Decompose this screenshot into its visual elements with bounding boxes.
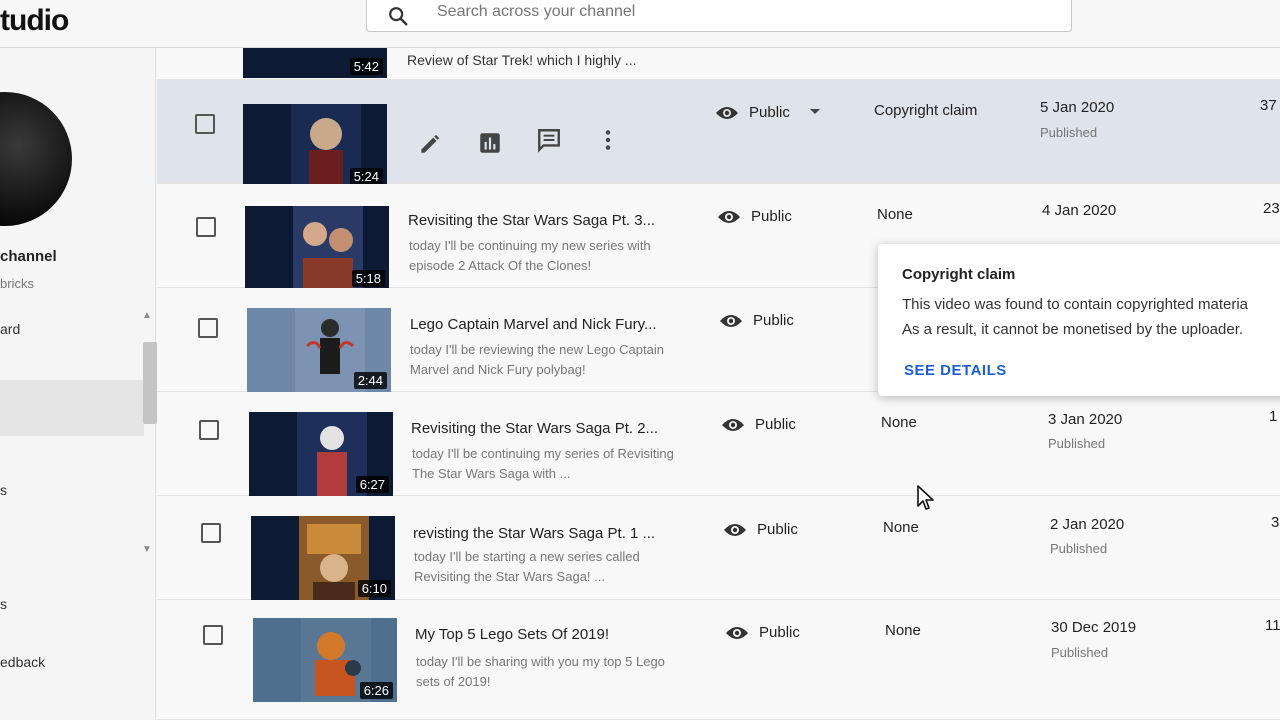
- restrictions-label: None: [877, 206, 913, 223]
- view-count: 11: [1265, 617, 1280, 634]
- channel-avatar[interactable]: [0, 92, 72, 226]
- visibility-label: Public: [757, 521, 798, 538]
- view-count: 23: [1263, 200, 1280, 217]
- eye-icon: [724, 524, 746, 536]
- video-thumbnail[interactable]: 6:27: [249, 412, 393, 496]
- mouse-cursor-icon: [917, 485, 934, 510]
- video-status: Published: [1050, 541, 1108, 556]
- video-thumbnail[interactable]: 2:44: [247, 308, 391, 392]
- video-thumbnail[interactable]: 5:18: [245, 206, 389, 290]
- search-input[interactable]: [437, 0, 1037, 27]
- sidebar-item-3[interactable]: s: [0, 482, 7, 498]
- video-duration: 5:18: [351, 270, 385, 287]
- video-duration: 2:44: [353, 372, 387, 389]
- eye-icon: [726, 627, 748, 639]
- visibility-label: Public: [753, 312, 794, 329]
- view-count: 1: [1269, 408, 1278, 425]
- video-description: today I'll be sharing with you my top 5 …: [416, 654, 665, 689]
- video-date: 5 Jan 2020: [1040, 99, 1115, 116]
- video-description: today I'll be continuing my new series w…: [409, 238, 651, 273]
- search-box[interactable]: [366, 0, 1072, 32]
- table-row[interactable]: 5:42 Review of Star Trek! which I highly…: [157, 18, 1280, 80]
- row-checkbox[interactable]: [201, 523, 221, 543]
- sidebar-item-videos[interactable]: [0, 380, 144, 436]
- row-checkbox[interactable]: [195, 114, 215, 134]
- top-bar: tudio: [0, 0, 1280, 48]
- sidebar: channel bricks ard s s edback ▲ ▼: [0, 48, 157, 720]
- video-description: today I'll be starting a new series call…: [414, 549, 640, 584]
- sidebar-scrollbar[interactable]: [143, 342, 157, 424]
- video-date: 4 Jan 2020: [1042, 202, 1117, 219]
- table-row[interactable]: 5:24 Public Copyright claim 5 Jan 2020 P…: [157, 80, 1280, 188]
- restrictions-label: None: [885, 622, 921, 639]
- channel-name: channel: [0, 248, 57, 265]
- video-date: 30 Dec 2019: [1051, 619, 1137, 636]
- channel-handle: bricks: [0, 276, 34, 291]
- video-duration: 6:27: [355, 476, 389, 493]
- video-title[interactable]: Revisiting the Star Wars Saga Pt. 3...: [408, 212, 655, 229]
- tooltip-body: This video was found to contain copyrigh…: [902, 292, 1280, 342]
- visibility-label: Public: [749, 104, 790, 121]
- video-title[interactable]: My Top 5 Lego Sets Of 2019!: [415, 626, 609, 643]
- copyright-claim-tooltip: Copyright claim This video was found to …: [878, 244, 1280, 396]
- view-count: 37: [1260, 97, 1277, 114]
- edit-icon[interactable]: [417, 130, 443, 156]
- comments-icon[interactable]: [536, 127, 562, 153]
- restrictions-label: None: [881, 414, 917, 431]
- restrictions-label: None: [883, 519, 919, 536]
- video-thumbnail[interactable]: 5:24: [243, 104, 387, 188]
- restrictions-label[interactable]: Copyright claim: [874, 102, 977, 119]
- see-details-link[interactable]: SEE DETAILS: [904, 362, 1007, 379]
- studio-logo[interactable]: tudio: [0, 4, 69, 38]
- tooltip-line-1: This video was found to contain copyrigh…: [902, 296, 1249, 313]
- video-status: Published: [1051, 645, 1109, 660]
- video-description: Review of Star Trek! which I highly ...: [407, 52, 637, 68]
- row-checkbox[interactable]: [203, 625, 223, 645]
- tooltip-line-2: As a result, it cannot be monetised by t…: [902, 321, 1244, 338]
- sidebar-item-4[interactable]: s: [0, 596, 7, 612]
- analytics-icon[interactable]: [477, 130, 503, 156]
- row-checkbox[interactable]: [196, 217, 216, 237]
- video-description: today I'll be continuing my series of Re…: [412, 446, 674, 481]
- video-title[interactable]: revisting the Star Wars Saga Pt. 1 ...: [413, 525, 655, 542]
- video-description: today I'll be reviewing the new Lego Cap…: [410, 342, 664, 377]
- view-count: 3: [1271, 514, 1280, 531]
- video-date: 2 Jan 2020: [1050, 516, 1125, 533]
- eye-icon: [722, 419, 744, 431]
- eye-icon: [716, 107, 738, 119]
- sidebar-item-dashboard[interactable]: ard: [0, 321, 20, 337]
- video-title[interactable]: Revisiting the Star Wars Saga Pt. 2...: [411, 420, 658, 437]
- tooltip-title: Copyright claim: [902, 266, 1016, 283]
- video-status: Published: [1040, 125, 1098, 140]
- visibility-label: Public: [751, 208, 792, 225]
- scroll-up-icon[interactable]: ▲: [142, 310, 152, 321]
- video-thumbnail[interactable]: 6:26: [253, 618, 397, 702]
- row-checkbox[interactable]: [198, 318, 218, 338]
- table-row[interactable]: 6:10 revisting the Star Wars Saga Pt. 1 …: [157, 496, 1280, 600]
- video-duration: 6:26: [359, 682, 393, 699]
- visibility-label: Public: [755, 416, 796, 433]
- video-date: 3 Jan 2020: [1048, 411, 1123, 428]
- video-duration: 5:42: [349, 58, 383, 75]
- search-icon[interactable]: [387, 5, 409, 27]
- scroll-down-icon[interactable]: ▼: [142, 544, 152, 555]
- more-options-icon[interactable]: [595, 127, 621, 153]
- video-thumbnail[interactable]: 6:10: [251, 516, 395, 600]
- eye-icon: [718, 211, 740, 223]
- video-status: Published: [1048, 436, 1106, 451]
- video-title[interactable]: Lego Captain Marvel and Nick Fury...: [410, 316, 657, 333]
- sidebar-item-feedback[interactable]: edback: [0, 654, 45, 670]
- video-duration: 6:10: [357, 580, 391, 597]
- table-row[interactable]: 6:27 Revisiting the Star Wars Saga Pt. 2…: [157, 392, 1280, 496]
- eye-icon: [720, 315, 742, 327]
- video-duration: 5:24: [349, 168, 383, 185]
- visibility-dropdown-icon[interactable]: [809, 108, 821, 116]
- row-checkbox[interactable]: [199, 420, 219, 440]
- table-row[interactable]: 6:26 My Top 5 Lego Sets Of 2019! today I…: [157, 600, 1280, 720]
- visibility-label: Public: [759, 624, 800, 641]
